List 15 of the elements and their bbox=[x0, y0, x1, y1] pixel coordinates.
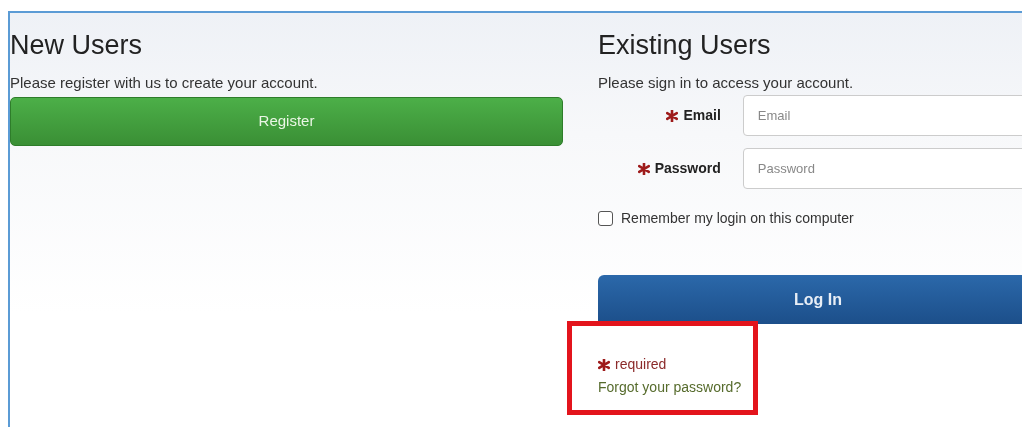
section-title: New Users bbox=[10, 29, 144, 62]
field-label: Password bbox=[654, 159, 721, 178]
asterisk-icon bbox=[598, 358, 610, 371]
login-button[interactable]: Log In bbox=[598, 275, 1022, 324]
section-description: Please register with us to create your account. bbox=[10, 74, 319, 92]
register-button[interactable]: Register bbox=[10, 97, 563, 146]
input-field[interactable]: Email bbox=[742, 95, 1022, 136]
forgot-password-link[interactable]: Forgot your password? bbox=[598, 377, 742, 398]
section-description: Please sign in to access your account. bbox=[598, 74, 855, 92]
checkbox[interactable] bbox=[598, 211, 613, 226]
checkbox-label: Remember my login on this computer bbox=[621, 209, 854, 228]
required-note: required bbox=[615, 355, 667, 374]
field-label: Email bbox=[683, 106, 721, 125]
section-title: Existing Users bbox=[598, 29, 772, 62]
input-field[interactable]: Password bbox=[742, 148, 1022, 189]
